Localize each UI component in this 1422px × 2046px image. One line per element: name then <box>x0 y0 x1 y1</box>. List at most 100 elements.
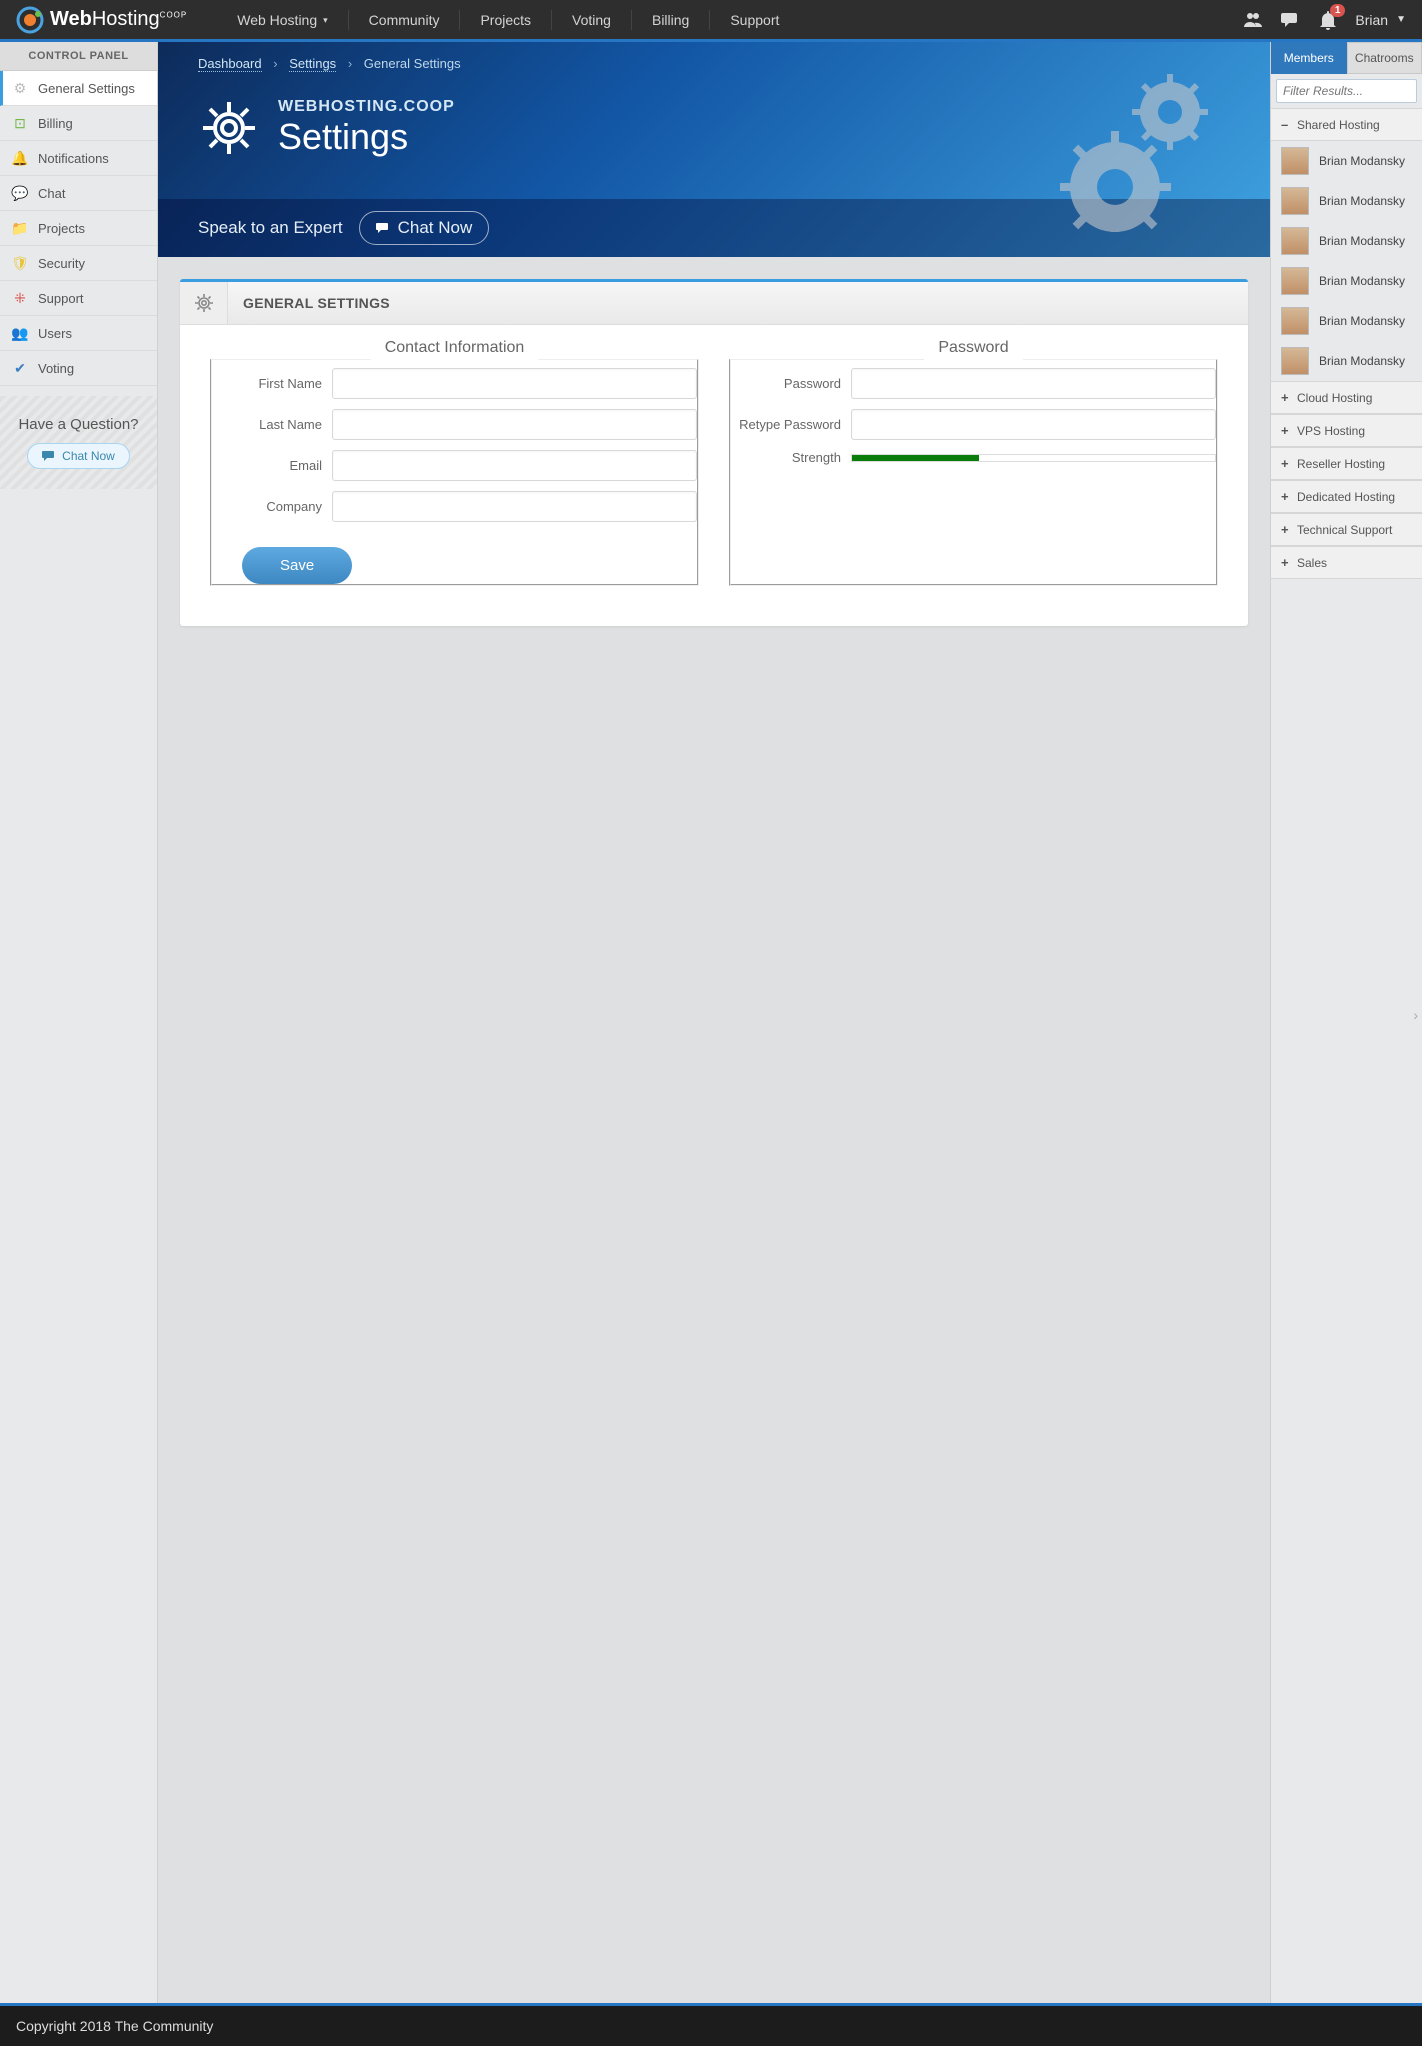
tab-members[interactable]: Members <box>1271 42 1347 74</box>
users-icon[interactable] <box>1243 11 1263 29</box>
company-input[interactable] <box>332 491 697 522</box>
group-cloud-hosting[interactable]: + Cloud Hosting <box>1271 381 1422 414</box>
member-item[interactable]: Brian Modansky <box>1271 181 1422 221</box>
nav-web-hosting[interactable]: Web Hosting ▾ <box>217 10 348 30</box>
nav-icon: 🔔 <box>12 150 28 166</box>
sidebar-item-notifications[interactable]: 🔔Notifications <box>0 141 157 176</box>
sidebar-item-support[interactable]: ⁜Support <box>0 281 157 316</box>
chevron-right-icon: › <box>273 56 277 71</box>
group-shared-hosting[interactable]: –Shared Hosting <box>1271 108 1422 141</box>
sidebar-item-users[interactable]: 👥Users <box>0 316 157 351</box>
member-item[interactable]: Brian Modansky <box>1271 341 1422 381</box>
nav-billing[interactable]: Billing <box>632 10 710 30</box>
sidebar-item-projects[interactable]: 📁 Projects <box>0 211 157 246</box>
group-label: Cloud Hosting <box>1297 391 1372 405</box>
nav-support[interactable]: Support <box>710 10 799 30</box>
chat-now-button[interactable]: Chat Now <box>27 443 130 469</box>
first-name-label: First Name <box>212 376 322 391</box>
speak-text: Speak to an Expert <box>198 218 343 238</box>
crumb-settings[interactable]: Settings <box>289 56 336 72</box>
sidebar-item-general-settings[interactable]: ⚙General Settings <box>0 71 157 106</box>
member-name: Brian Modansky <box>1319 194 1405 208</box>
group-reseller-hosting[interactable]: +Reseller Hosting <box>1271 447 1422 480</box>
member-name: Brian Modansky <box>1319 234 1405 248</box>
chat-bubble-icon <box>376 222 390 234</box>
avatar <box>1281 227 1309 255</box>
sidebar-item-billing[interactable]: ⊡Billing <box>0 106 157 141</box>
notification-badge: 1 <box>1330 4 1346 17</box>
nav-label: Voting <box>38 361 74 376</box>
group-label: Sales <box>1297 556 1327 570</box>
caret-down-icon: ▼ <box>1396 14 1406 25</box>
avatar <box>1281 267 1309 295</box>
strength-label: Strength <box>731 450 841 465</box>
help-box: Have a Question? Chat Now <box>0 396 157 489</box>
member-name: Brian Modansky <box>1319 354 1405 368</box>
plus-icon: + <box>1281 489 1291 504</box>
sidebar-item-voting[interactable]: ✔Voting <box>0 351 157 386</box>
group-label: Reseller Hosting <box>1297 457 1385 471</box>
password-legend: Password <box>924 339 1022 357</box>
member-name: Brian Modansky <box>1319 274 1405 288</box>
filter-input[interactable] <box>1276 79 1417 103</box>
nav-label: Support <box>38 291 84 306</box>
hero-subtitle: WEBHOSTING.COOP <box>278 98 455 116</box>
group-dedicated-hosting[interactable]: +Dedicated Hosting <box>1271 480 1422 513</box>
save-button[interactable]: Save <box>242 547 352 584</box>
group-technical-support[interactable]: +Technical Support <box>1271 513 1422 546</box>
breadcrumb: Dashboard › Settings › General Settings <box>198 42 1230 77</box>
member-item[interactable]: Brian Modansky <box>1271 301 1422 341</box>
password-input[interactable] <box>851 368 1216 399</box>
plus-icon: + <box>1281 390 1291 405</box>
strength-meter <box>851 454 1216 462</box>
last-name-input[interactable] <box>332 409 697 440</box>
collapse-handle[interactable]: › <box>1413 1007 1418 1023</box>
nav-voting[interactable]: Voting <box>552 10 632 30</box>
card-header: GENERAL SETTINGS <box>180 282 1248 325</box>
nav-label: Projects <box>38 221 85 236</box>
group-sales[interactable]: +Sales <box>1271 546 1422 579</box>
plus-icon: + <box>1281 423 1291 438</box>
member-name: Brian Modansky <box>1319 154 1405 168</box>
sidebar: CONTROL PANEL ⚙General Settings⊡Billing🔔… <box>0 42 158 2003</box>
nav-label: Billing <box>38 116 73 131</box>
nav-projects[interactable]: Projects <box>460 10 552 30</box>
member-item[interactable]: Brian Modansky <box>1271 261 1422 301</box>
nav-icon: 👥 <box>12 325 28 341</box>
tab-chatrooms[interactable]: Chatrooms <box>1347 42 1422 74</box>
nav-label: Chat <box>38 186 65 201</box>
member-item[interactable]: Brian Modansky <box>1271 221 1422 261</box>
notification-icon[interactable]: 1 <box>1319 10 1337 30</box>
sidebar-item-security[interactable]: 🛡Security <box>0 246 157 281</box>
nav-label: Security <box>38 256 85 271</box>
chevron-right-icon: › <box>348 56 352 71</box>
gear-icon <box>198 97 260 159</box>
nav-community[interactable]: Community <box>349 10 461 30</box>
group-label: VPS Hosting <box>1297 424 1365 438</box>
first-name-input[interactable] <box>332 368 697 399</box>
nav-icon: 📁 <box>12 220 28 236</box>
settings-card: GENERAL SETTINGS Contact Information Fir… <box>180 279 1248 626</box>
user-menu[interactable]: Brian ▼ <box>1355 12 1406 28</box>
sidebar-item-chat[interactable]: 💬 Chat <box>0 176 157 211</box>
logo[interactable]: WebHostingCOOP <box>16 6 187 34</box>
last-name-label: Last Name <box>212 417 322 432</box>
main-nav: Web Hosting ▾ Community Projects Voting … <box>217 10 799 30</box>
chat-icon[interactable] <box>1281 11 1301 29</box>
nav-icon: 💬 <box>12 185 28 201</box>
contact-legend: Contact Information <box>371 339 539 357</box>
crumb-dashboard[interactable]: Dashboard <box>198 56 262 72</box>
help-title: Have a Question? <box>10 416 147 433</box>
plus-icon: + <box>1281 522 1291 537</box>
gear-icon <box>180 282 228 324</box>
chat-now-hero-button[interactable]: Chat Now <box>359 211 490 245</box>
member-name: Brian Modansky <box>1319 314 1405 328</box>
nav-icon: ⚙ <box>12 80 28 96</box>
footer: Copyright 2018 The Community <box>0 2003 1422 2046</box>
minus-icon: – <box>1281 117 1291 132</box>
email-input[interactable] <box>332 450 697 481</box>
member-item[interactable]: Brian Modansky <box>1271 141 1422 181</box>
company-label: Company <box>212 499 322 514</box>
retype-password-input[interactable] <box>851 409 1216 440</box>
group-vps-hosting[interactable]: + VPS Hosting <box>1271 414 1422 447</box>
